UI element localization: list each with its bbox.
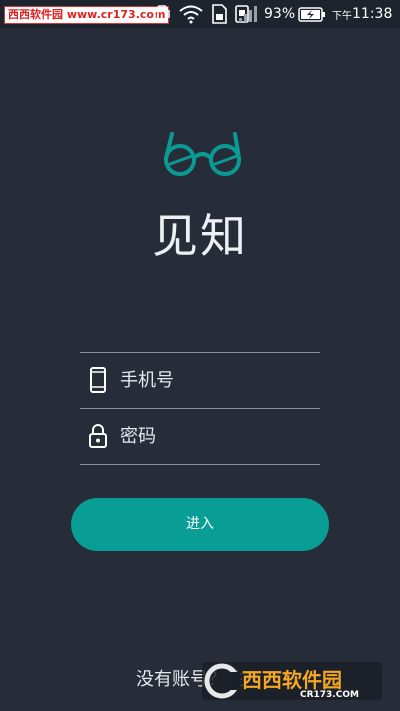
password-field[interactable] <box>80 409 320 463</box>
clock: 11:38 <box>352 6 393 22</box>
phone-input[interactable] <box>120 353 320 407</box>
phone-icon <box>90 367 106 393</box>
divider <box>80 464 320 465</box>
battery-charging-icon <box>298 7 325 22</box>
signal-icon <box>239 6 257 22</box>
vibrate-icon <box>154 5 170 23</box>
app-title: 见知 <box>152 209 248 263</box>
battery-percent: 93% <box>264 6 296 22</box>
status-bar: 西西软件园 www.cr173.com 93% 下午 11:38 <box>0 0 400 28</box>
watermark-brand: 西西软件园 <box>242 668 342 692</box>
phone-field[interactable] <box>80 353 320 407</box>
time-prefix: 下午 <box>332 11 352 22</box>
lock-icon <box>89 424 107 448</box>
password-input[interactable] <box>120 409 320 463</box>
glasses-icon <box>164 132 241 176</box>
watermark-top: 西西软件园 www.cr173.com <box>4 6 170 24</box>
wifi-icon <box>179 5 203 24</box>
watermark-site: CR173.COM <box>300 690 359 700</box>
sim-card-icon <box>212 4 227 24</box>
enter-button[interactable]: 进入 <box>71 498 329 551</box>
watermark-logo: 西西软件园 CR173.COM <box>202 662 382 700</box>
